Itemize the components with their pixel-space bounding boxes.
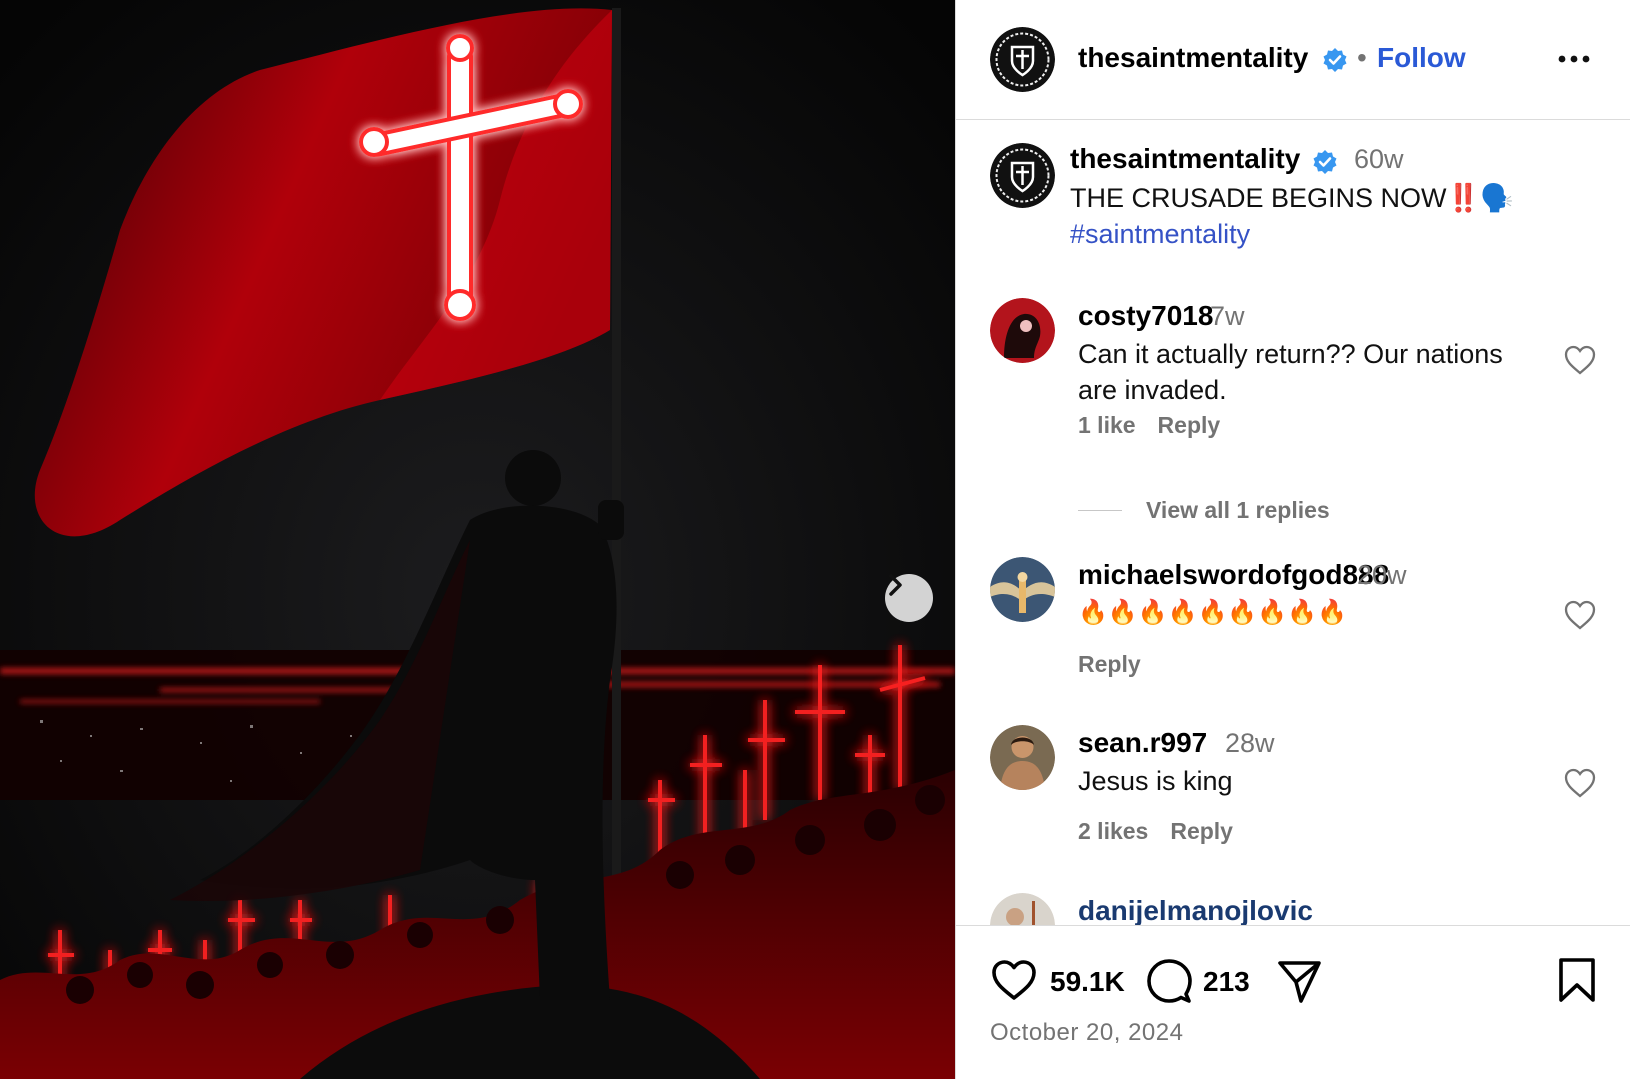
caption-text: THE CRUSADE BEGINS NOW‼️🗣️ <box>1070 183 1514 213</box>
comment-text: 🔥🔥🔥🔥🔥🔥🔥🔥🔥 <box>1078 599 1347 626</box>
replies-divider <box>1078 510 1122 511</box>
commenter-username[interactable]: costy7018 <box>1078 300 1213 332</box>
comment-meta: Reply <box>1078 651 1163 678</box>
red-head-avatar-icon <box>990 298 1055 363</box>
heart-icon[interactable] <box>990 958 1038 1002</box>
comment-likes-count[interactable]: 2 likes <box>1078 818 1148 844</box>
comments-count[interactable]: 213 <box>1203 966 1250 998</box>
comment-time[interactable]: 28w <box>1225 728 1275 759</box>
shield-logo-icon <box>990 143 1055 208</box>
caption-username[interactable]: thesaintmentality <box>1070 143 1300 175</box>
comment-time[interactable]: 7w <box>1210 301 1245 332</box>
commenter-username[interactable]: danijelmanojlovic <box>1078 895 1313 925</box>
caption-hashtag[interactable]: #saintmentality <box>1070 216 1250 252</box>
commenter-avatar[interactable] <box>990 893 1055 925</box>
separator-dot: • <box>1357 42 1367 73</box>
comment-icon[interactable] <box>1146 958 1192 1004</box>
post-header: thesaintmentality • Follow <box>956 0 1630 120</box>
comment-heart-icon[interactable] <box>1563 767 1597 799</box>
post-date[interactable]: October 20, 2024 <box>990 1019 1183 1047</box>
comment-text: Can it actually return?? Our nations are… <box>1078 339 1503 405</box>
share-icon[interactable] <box>1276 958 1322 1004</box>
commenter-avatar[interactable] <box>990 725 1055 790</box>
next-slide-button[interactable] <box>885 574 933 622</box>
commenter-username[interactable]: michaelswordofgod888 <box>1078 559 1389 591</box>
comment-item: danijelmanojlovic <box>956 893 1630 925</box>
reply-button[interactable]: Reply <box>1078 651 1141 677</box>
more-options-icon[interactable] <box>1554 44 1594 74</box>
commenter-username[interactable]: sean.r997 <box>1078 727 1207 759</box>
person-avatar-icon <box>990 725 1055 790</box>
comment-text: Jesus is king <box>1078 766 1233 796</box>
caption-time[interactable]: 60w <box>1354 144 1404 175</box>
crusader-artwork <box>0 0 955 1079</box>
likes-count[interactable]: 59.1K <box>1050 966 1125 998</box>
comment-likes-count[interactable]: 1 like <box>1078 412 1136 438</box>
comment-time[interactable]: 20w <box>1357 560 1407 591</box>
commenter-avatar[interactable] <box>990 298 1055 363</box>
author-username[interactable]: thesaintmentality <box>1078 42 1308 74</box>
commenter-avatar[interactable] <box>990 557 1055 622</box>
view-replies-button[interactable]: View all 1 replies <box>1078 497 1330 524</box>
bookmark-icon[interactable] <box>1557 956 1597 1004</box>
verified-badge-icon <box>1313 150 1337 174</box>
comment-meta: 1 like Reply <box>1078 412 1242 439</box>
angel-avatar-icon <box>990 557 1055 622</box>
comment-meta: 2 likes Reply <box>1078 818 1255 845</box>
verified-badge-icon <box>1323 48 1347 72</box>
shield-logo-icon <box>990 27 1055 92</box>
author-avatar[interactable] <box>990 27 1055 92</box>
post-actions-bar: 59.1K 213 <box>956 925 1630 1079</box>
comment-heart-icon[interactable] <box>1563 344 1597 376</box>
reply-button[interactable]: Reply <box>1158 412 1221 438</box>
post-side-panel: thesaintmentality • Follow thesaintmenta… <box>955 0 1630 1079</box>
follow-button[interactable]: Follow <box>1377 42 1466 74</box>
comment-heart-icon[interactable] <box>1563 599 1597 631</box>
view-replies-label[interactable]: View all 1 replies <box>1146 497 1330 524</box>
caption-avatar[interactable] <box>990 143 1055 208</box>
person-avatar-icon <box>990 893 1055 925</box>
post-image[interactable] <box>0 0 955 1079</box>
reply-button[interactable]: Reply <box>1170 818 1233 844</box>
chevron-right-icon <box>889 574 902 596</box>
